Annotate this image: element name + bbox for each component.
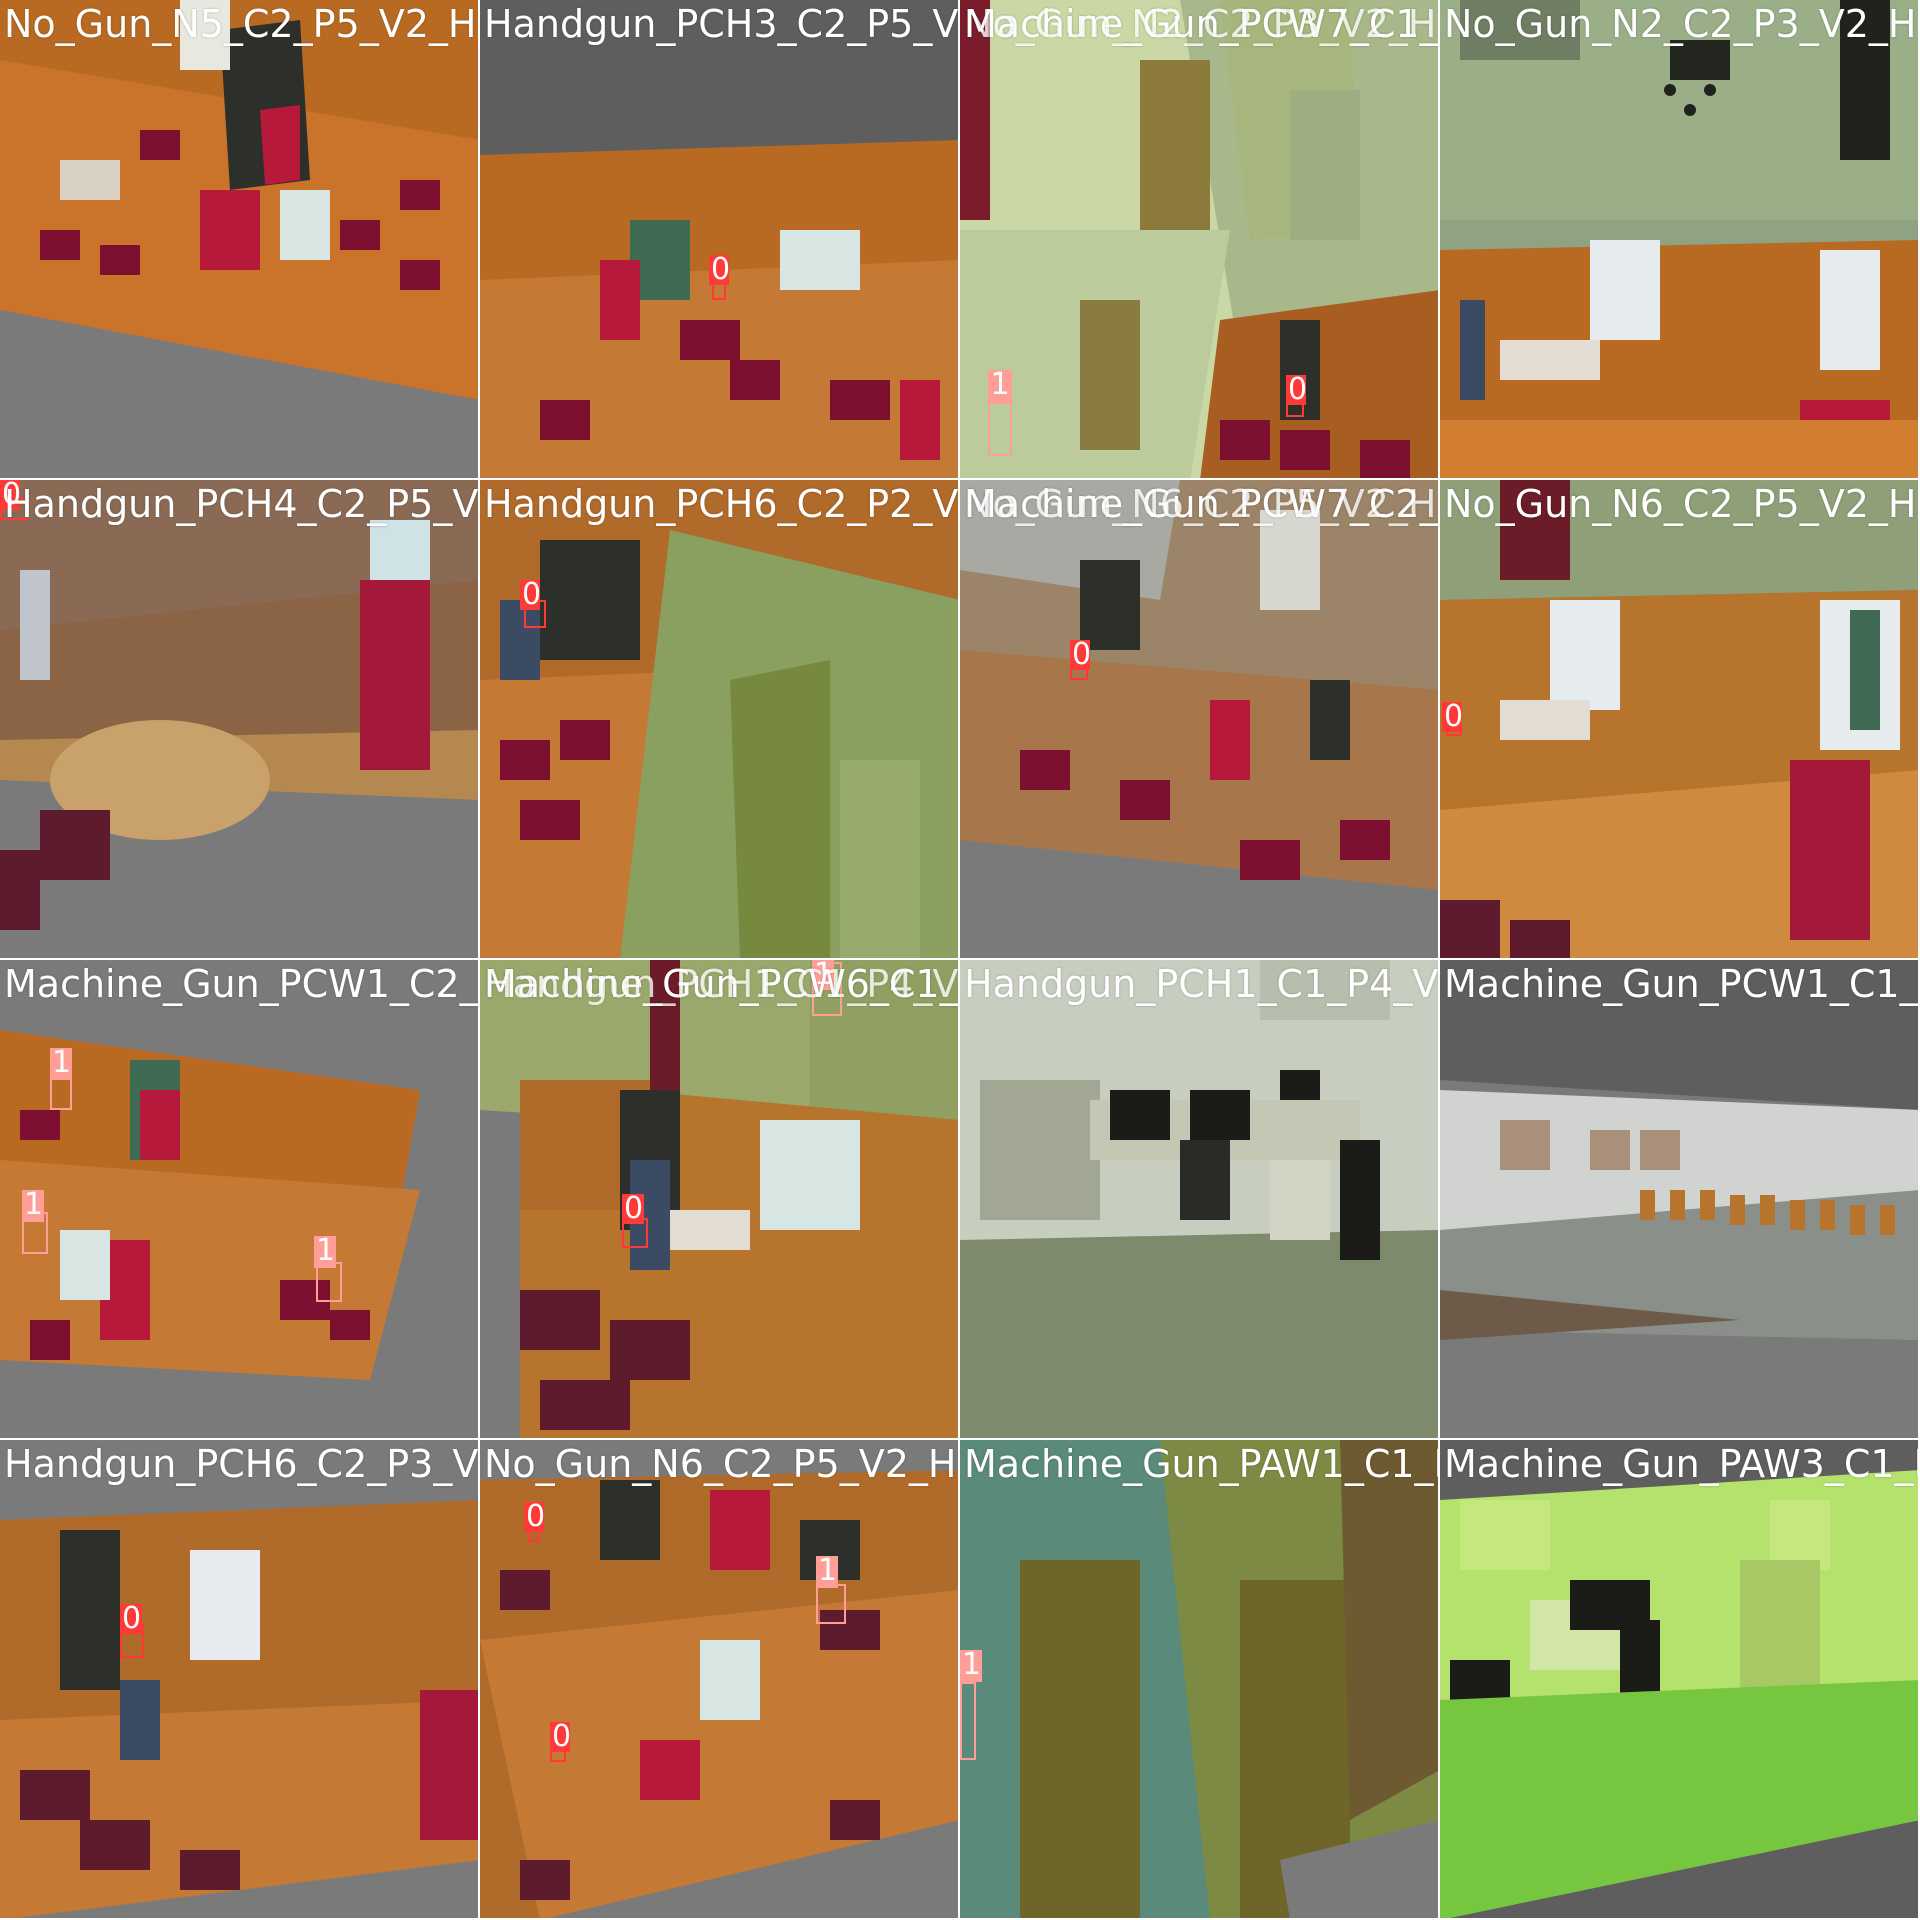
tile-image-16 [1440,1440,1918,1918]
detection-label: 1 [314,1233,336,1268]
detection-label: 0 [550,1719,572,1754]
mosaic-tile-9: Machine_Gun_PCW1_C2_P5_V3_HB_1_frame_020… [0,960,480,1440]
tile-image-7 [960,480,1438,958]
detection-label: 0 [120,1601,142,1636]
mosaic-tile-6: Handgun_PCH6_C2_P2_V1_HB_1_frame_0198.jp… [480,480,960,960]
mosaic-tile-1: No_Gun_N5_C2_P5_V2_HB_1_frame_0193.jpg [0,0,480,480]
tile-image-14 [480,1440,958,1918]
detection-box [960,1682,976,1760]
detection-label: 0 [524,1499,546,1534]
detection-label: 0 [1070,637,1092,672]
mosaic-tile-2: Handgun_PCH3_C2_P5_V2_HB_2_frame_0191.jp… [480,0,960,480]
detection-label: 1 [816,1553,838,1588]
tile-image-2 [480,0,958,478]
mosaic-tile-7: Machine_Gun_PCW7_C2_P3_V2_HB_1_frame_024… [960,480,1440,960]
mosaic-tile-16: Machine_Gun_PAW3_C1_P2_V1_HB_3_frame_008… [1440,1440,1920,1920]
mosaic-tile-14: No_Gun_N6_C2_P5_V2_HB_3_frame_0173.jpg 0… [480,1440,960,1920]
tile-image-6 [480,480,958,958]
detection-label: 0 [0,480,22,512]
tile-image-9 [0,960,478,1438]
detection-label: 0 [1442,699,1464,734]
mosaic-tile-4: No_Gun_N2_C2_P3_V2_HB_2_frame_0001.jpg [1440,0,1920,480]
detection-label: 0 [622,1191,644,1226]
mosaic-tile-15: Machine_Gun_PAW1_C1_P2_V1_HB_3_frame_017… [960,1440,1440,1920]
detection-label: 1 [988,370,1012,404]
detection-label: 1 [22,1187,44,1222]
mosaic-tile-12: Machine_Gun_PCW1_C1_P4_V1_HB_2_frame_005… [1440,960,1920,1440]
detection-box [816,1584,846,1624]
tile-image-12 [1440,960,1918,1438]
tile-image-8 [1440,480,1918,958]
detection-label: 1 [960,1647,982,1682]
tile-image-1 [0,0,478,478]
mosaic-tile-3: Machine_Gun_PCW7_C1_P4_V1_HB_1_frame_012… [960,0,1440,480]
tile-image-4 [1440,0,1918,478]
tile-image-11 [960,960,1438,1438]
detection-box [988,400,1012,456]
mosaic-grid: No_Gun_N5_C2_P5_V2_HB_1_frame_0193.jpg H… [0,0,1920,1920]
detection-label: 1 [812,960,834,992]
detection-label: 0 [709,252,731,287]
detection-box [316,1262,342,1302]
mosaic-tile-10: Machine_Gun_PCW6_C1_P2_V1_HB_1_frame_020… [480,960,960,1440]
tile-image-3 [960,0,1438,478]
mosaic-tile-5: Handgun_PCH4_C2_P5_V1_HB_2_frame_0198.jp… [0,480,480,960]
mosaic-tile-11: Handgun_PCH1_C1_P4_V1_HB_2_frame_0051.jp… [960,960,1440,1440]
detection-label: 0 [1286,372,1308,407]
detection-label: 0 [520,577,542,612]
tile-image-15 [960,1440,1438,1918]
tile-image-5 [0,480,478,958]
tile-image-13 [0,1440,478,1918]
tile-image-10 [480,960,958,1438]
mosaic-tile-8: No_Gun_N6_C2_P5_V2_HB_2_frame_0005.jpg 0 [1440,480,1920,960]
detection-label: 1 [50,1045,72,1080]
mosaic-tile-13: Handgun_PCH6_C2_P3_V1_HB_2_frame_0205.jp… [0,1440,480,1920]
